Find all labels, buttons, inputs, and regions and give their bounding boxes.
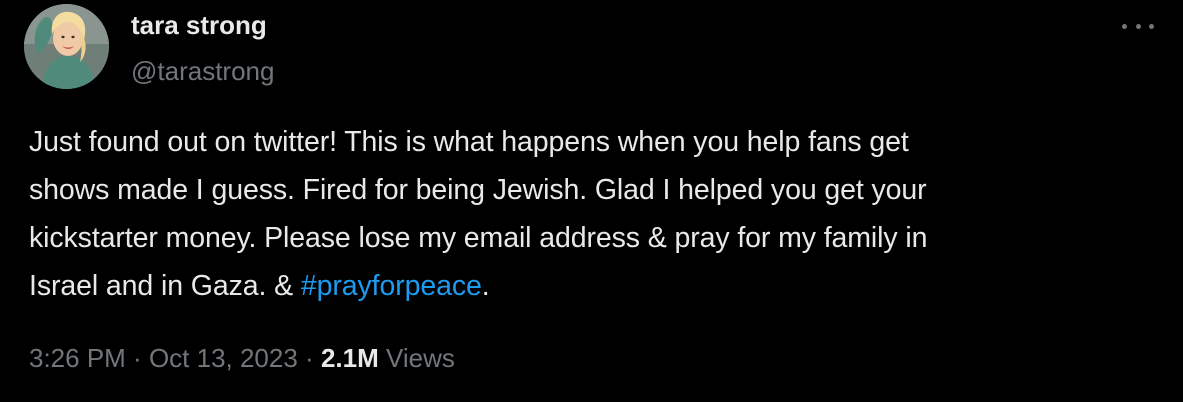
tweet-text-line: kickstarter money. Please lose my email … — [29, 222, 928, 254]
timestamp-date[interactable]: Oct 13, 2023 — [149, 343, 298, 373]
tweet-meta: 3:26 PM · Oct 13, 2023 · 2.1M Views — [29, 338, 455, 378]
more-horizontal-icon — [1122, 23, 1127, 29]
tweet-text-line: Israel and in Gaza. & #prayforpeace. — [29, 262, 1149, 310]
tweet-text-segment: Israel and in Gaza. & — [29, 270, 301, 302]
avatar-image — [24, 4, 109, 89]
more-horizontal-icon-dot — [1135, 23, 1141, 29]
views-count[interactable]: 2.1M — [321, 343, 379, 373]
more-horizontal-icon-dot — [1149, 23, 1154, 29]
tweet-text-line: Just found out on twitter! This is what … — [29, 126, 909, 158]
user-handle[interactable]: @tarastrong — [131, 54, 274, 88]
author-block: tara strong @tarastrong — [131, 8, 274, 88]
avatar[interactable] — [24, 4, 109, 89]
meta-separator: · — [125, 343, 149, 373]
meta-separator: · — [297, 343, 321, 373]
tweet: tara strong @tarastrong Just found out o… — [0, 0, 1183, 402]
tweet-text-segment: . — [481, 270, 490, 302]
tweet-text-line: shows made I guess. Fired for being Jewi… — [29, 174, 927, 206]
timestamp-time[interactable]: 3:26 PM — [29, 343, 126, 373]
views-label: Views — [378, 343, 455, 373]
more-options-button[interactable] — [1118, 14, 1158, 38]
tweet-text: Just found out on twitter! This is what … — [29, 118, 1149, 310]
hashtag-link[interactable]: #prayforpeace — [301, 270, 482, 302]
display-name[interactable]: tara strong — [131, 8, 274, 42]
